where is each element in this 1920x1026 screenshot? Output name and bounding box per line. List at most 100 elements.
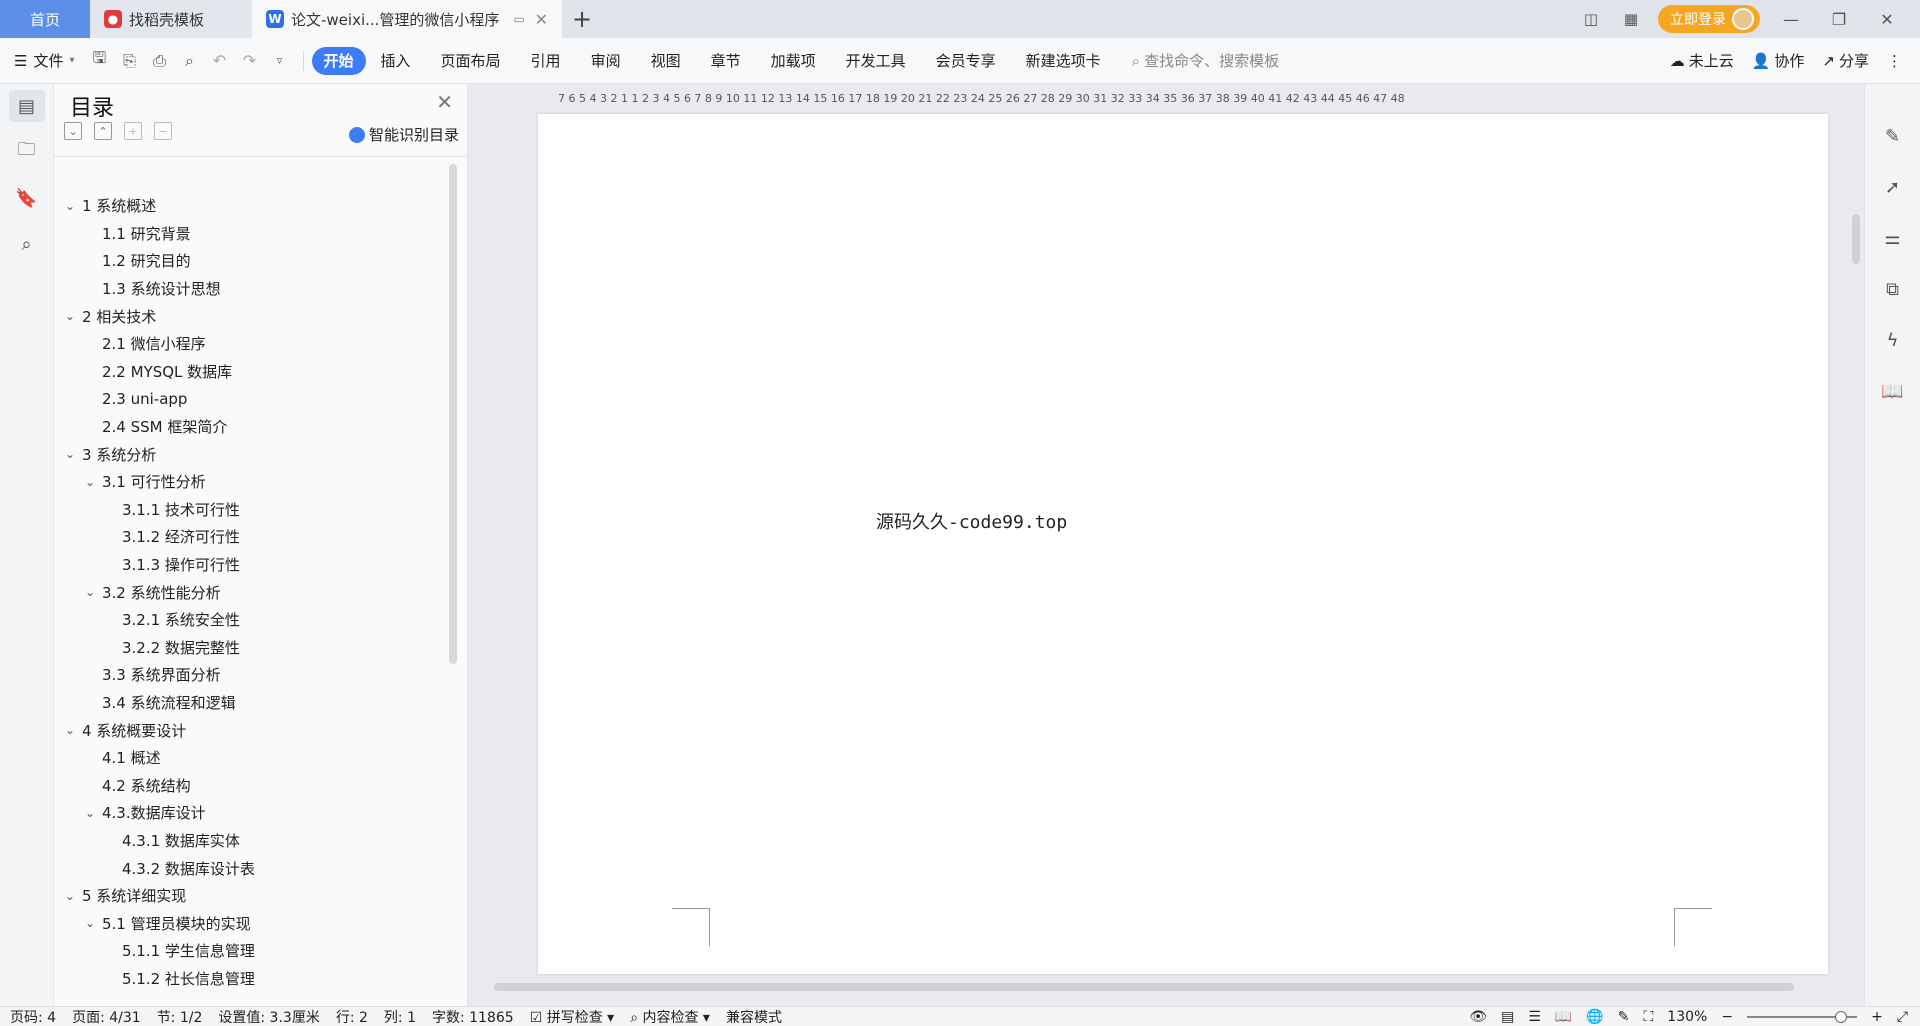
chevron-down-icon[interactable]: ⌄: [82, 475, 98, 489]
write-view-icon[interactable]: ✎: [1618, 1009, 1630, 1025]
login-button[interactable]: 立即登录: [1658, 5, 1760, 33]
chevron-down-icon[interactable]: ⌄: [82, 806, 98, 820]
find-icon[interactable]: ⌕: [9, 228, 45, 260]
close-tab-icon[interactable]: ✕: [535, 10, 548, 29]
toc-item[interactable]: 2.1 微信小程序: [54, 330, 444, 358]
grid-apps-icon[interactable]: ▦: [1618, 8, 1644, 30]
book-search-icon[interactable]: 📖: [1875, 375, 1911, 407]
toc-item[interactable]: 3.3 系统界面分析: [54, 661, 444, 689]
toc-item[interactable]: 2.2 MYSQL 数据库: [54, 358, 444, 386]
toc-item[interactable]: 4.1 概述: [54, 744, 444, 772]
chevron-down-icon[interactable]: ⌄: [62, 889, 78, 903]
toc-item[interactable]: 2.4 SSM 框架简介: [54, 413, 444, 441]
new-tab-button[interactable]: +: [562, 0, 602, 38]
toc-item[interactable]: ⌄ 5 系统详细实现: [54, 882, 444, 910]
remove-heading-icon[interactable]: −: [154, 122, 172, 140]
page-view-icon[interactable]: ▤: [1501, 1009, 1514, 1025]
toc-item[interactable]: ⌄ 5.1 管理员模块的实现: [54, 909, 444, 937]
outline-view-icon[interactable]: ☰: [1528, 1009, 1541, 1025]
toc-item[interactable]: 3.1.1 技术可行性: [54, 496, 444, 524]
lightning-icon[interactable]: ϟ: [1875, 324, 1911, 356]
toc-item[interactable]: ⌄ 2 相关技术: [54, 302, 444, 330]
zoom-out-icon[interactable]: −: [1721, 1009, 1733, 1025]
image-tool-icon[interactable]: ⧉: [1875, 273, 1911, 305]
content-check-button[interactable]: ⌕ 内容检查 ▾: [630, 1007, 710, 1026]
close-icon[interactable]: ✕: [436, 90, 453, 114]
undo-icon[interactable]: ↶: [207, 48, 233, 74]
zoom-slider[interactable]: [1747, 1010, 1858, 1023]
vertical-scrollbar[interactable]: [1848, 114, 1864, 974]
scroll-thumb[interactable]: [494, 983, 1794, 991]
tab-template[interactable]: ● 找稻壳模板: [90, 0, 252, 38]
tab-new[interactable]: 新建选项卡: [1011, 47, 1116, 75]
collab-button[interactable]: 👤 协作: [1752, 50, 1805, 71]
toc-panel-icon[interactable]: ▤: [8, 90, 45, 122]
fit-page-icon[interactable]: ⛶: [1643, 1009, 1653, 1025]
tab-page-layout[interactable]: 页面布局: [426, 47, 516, 75]
cursor-icon[interactable]: ➚: [1875, 171, 1911, 203]
cloud-status-button[interactable]: ☁ 未上云: [1670, 50, 1734, 71]
chevron-down-icon[interactable]: ⌄: [62, 723, 78, 737]
add-heading-icon[interactable]: +: [124, 122, 142, 140]
status-word-count[interactable]: 字数: 11865: [432, 1007, 514, 1026]
web-view-icon[interactable]: 🌐: [1586, 1009, 1603, 1025]
toc-item[interactable]: 1.1 研究背景: [54, 220, 444, 248]
toc-item[interactable]: 1.3 系统设计思想: [54, 275, 444, 303]
pen-icon[interactable]: ✎: [1875, 120, 1911, 152]
toc-scrollbar[interactable]: [449, 164, 457, 664]
save-icon[interactable]: 🖫: [87, 48, 113, 74]
smart-toc-button[interactable]: 智能识别目录: [348, 124, 459, 145]
chevron-down-icon[interactable]: ⌄: [62, 199, 78, 213]
toc-item[interactable]: 1.2 研究目的: [54, 247, 444, 275]
scroll-thumb[interactable]: [1852, 214, 1860, 264]
toc-item[interactable]: 2.3 uni-app: [54, 385, 444, 413]
toc-item[interactable]: 4.3.2 数据库设计表: [54, 854, 444, 882]
zoom-level[interactable]: 130%: [1667, 1009, 1707, 1025]
tab-insert[interactable]: 插入: [366, 47, 426, 75]
toc-item[interactable]: 5.1.2 社长信息管理: [54, 965, 444, 993]
status-page[interactable]: 页面: 4/31: [72, 1007, 141, 1026]
print-preview-icon[interactable]: ⌕: [177, 48, 203, 74]
tab-chapter[interactable]: 章节: [696, 47, 756, 75]
zoom-slider-knob[interactable]: [1835, 1010, 1848, 1023]
toc-item[interactable]: ⌄ 4 系统概要设计: [54, 716, 444, 744]
toc-item[interactable]: ⌄ 4.3.数据库设计: [54, 799, 444, 827]
close-window-icon[interactable]: ✕: [1870, 4, 1904, 34]
tab-member[interactable]: 会员专享: [921, 47, 1011, 75]
redo-icon[interactable]: ↷: [237, 48, 263, 74]
document-page[interactable]: 源码久久-code99.top: [538, 114, 1828, 974]
toc-item[interactable]: 3.2.1 系统安全性: [54, 606, 444, 634]
toc-item[interactable]: ⌄ 1 系统概述: [54, 192, 444, 220]
tab-review[interactable]: 审阅: [576, 47, 636, 75]
toc-item[interactable]: ⌄ 3.1 可行性分析: [54, 468, 444, 496]
share-button[interactable]: ↗ 分享: [1822, 50, 1869, 71]
toc-item[interactable]: 3.4 系统流程和逻辑: [54, 689, 444, 717]
read-view-icon[interactable]: 📖: [1555, 1009, 1572, 1025]
expand-all-icon[interactable]: ⌄: [64, 122, 82, 140]
tab-developer[interactable]: 开发工具: [831, 47, 921, 75]
tab-home[interactable]: 首页: [0, 0, 90, 38]
pin-icon[interactable]: ▭: [513, 12, 524, 26]
chevron-down-icon[interactable]: ⌄: [62, 309, 78, 323]
chevron-down-icon[interactable]: ⌄: [62, 447, 78, 461]
toc-item[interactable]: 4.3.1 数据库实体: [54, 827, 444, 855]
toc-item[interactable]: 5.1.1 学生信息管理: [54, 937, 444, 965]
minimize-icon[interactable]: —: [1774, 4, 1808, 34]
tab-start[interactable]: 开始: [311, 46, 366, 75]
print-icon[interactable]: ⎙: [147, 48, 173, 74]
horizontal-ruler[interactable]: 7 6 5 4 3 2 1 1 2 3 4 5 6 7 8 9 10 11 12…: [478, 84, 1848, 112]
toc-item[interactable]: ⌄ 3.2 系统性能分析: [54, 578, 444, 606]
tab-references[interactable]: 引用: [516, 47, 576, 75]
fullscreen-icon[interactable]: ⤢: [1897, 1009, 1908, 1025]
file-menu[interactable]: ☰ 文件 ▾: [14, 50, 75, 71]
tab-addins[interactable]: 加载项: [756, 47, 831, 75]
layout-icon[interactable]: ◫: [1578, 8, 1604, 30]
command-search[interactable]: ⌕ 查找命令、搜索模板: [1132, 50, 1279, 71]
more-options-icon[interactable]: ⋮: [1887, 52, 1902, 70]
tab-document[interactable]: W 论文-weixi...管理的微信小程序 ▭ ✕: [252, 0, 562, 38]
horizontal-scrollbar[interactable]: [484, 980, 1824, 992]
toc-item[interactable]: 3.2.2 数据完整性: [54, 634, 444, 662]
zoom-in-icon[interactable]: +: [1871, 1009, 1883, 1025]
collapse-all-icon[interactable]: ⌃: [94, 122, 112, 140]
toc-item[interactable]: 3.1.3 操作可行性: [54, 551, 444, 579]
